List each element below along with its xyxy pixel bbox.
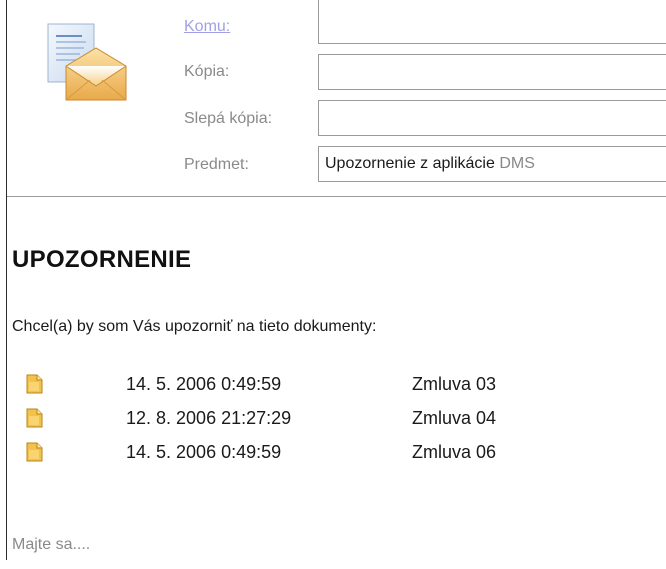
- to-input[interactable]: [319, 0, 666, 43]
- header-divider: [7, 196, 666, 197]
- document-icon[interactable]: [26, 374, 44, 394]
- subject-value-main: Upozornenie z aplikácie: [325, 155, 500, 172]
- bcc-input[interactable]: [319, 101, 666, 135]
- document-row[interactable]: 14. 5. 2006 0:49:59 Zmluva 06: [26, 442, 626, 464]
- cc-input[interactable]: [319, 55, 666, 89]
- subject-field[interactable]: Upozornenie z aplikácie DMS: [318, 146, 666, 182]
- subject-value-tail: DMS: [499, 155, 535, 172]
- document-name[interactable]: Zmluva 04: [412, 408, 496, 429]
- document-name[interactable]: Zmluva 06: [412, 442, 496, 463]
- document-row[interactable]: 12. 8. 2006 21:27:29 Zmluva 04: [26, 408, 626, 430]
- document-date: 14. 5. 2006 0:49:59: [126, 374, 282, 394]
- message-heading: UPOZORNENIE: [12, 246, 192, 273]
- bcc-label: Slepá kópia:: [184, 110, 273, 127]
- document-name[interactable]: Zmluva 03: [412, 374, 496, 395]
- document-icon[interactable]: [26, 442, 44, 462]
- document-date: 14. 5. 2006 0:49:59: [126, 442, 282, 462]
- email-envelope-icon: [44, 22, 134, 104]
- to-field[interactable]: [318, 0, 666, 44]
- subject-label: Predmet:: [184, 156, 249, 173]
- cc-field[interactable]: [318, 54, 666, 90]
- bcc-field[interactable]: [318, 100, 666, 136]
- document-icon[interactable]: [26, 408, 44, 428]
- document-row[interactable]: 14. 5. 2006 0:49:59 Zmluva 03: [26, 374, 626, 396]
- to-label[interactable]: Komu:: [184, 18, 230, 36]
- subject-value[interactable]: Upozornenie z aplikácie DMS: [325, 155, 535, 173]
- window-edge: [6, 0, 7, 560]
- message-intro: Chcel(a) by som Vás upozorniť na tieto d…: [12, 318, 377, 335]
- cc-label: Kópia:: [184, 63, 230, 80]
- document-date: 12. 8. 2006 21:27:29: [126, 408, 292, 428]
- message-closing: Majte sa....: [12, 536, 91, 553]
